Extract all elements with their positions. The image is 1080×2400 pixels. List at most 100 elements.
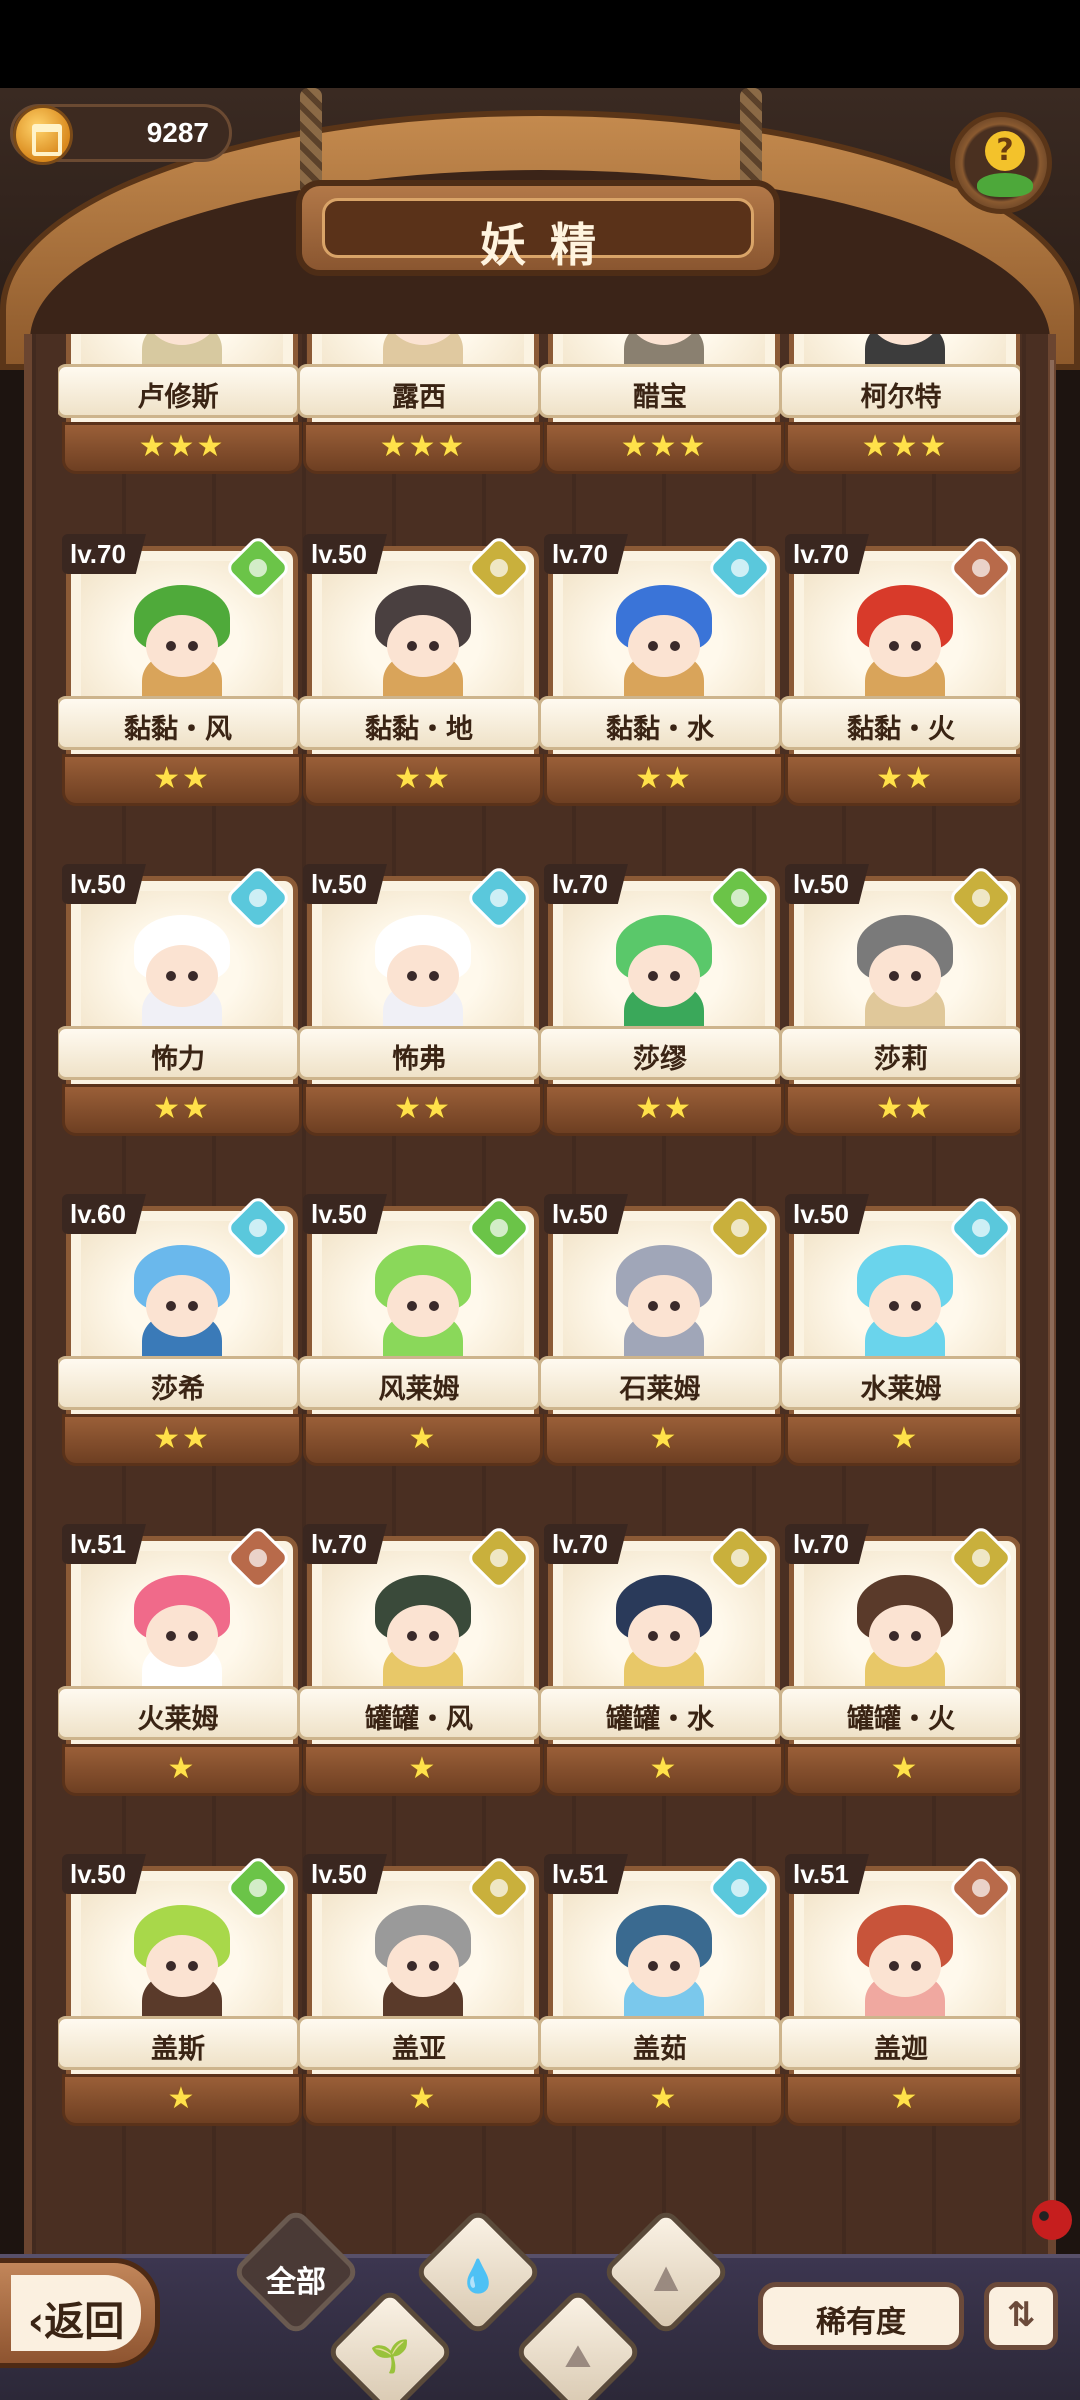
fairy-card[interactable]: 盖茹 ★ lv.51: [538, 1854, 784, 2136]
portrait-eye: [407, 1961, 417, 1971]
back-button[interactable]: ‹返回: [0, 2258, 160, 2368]
fairy-card[interactable]: 风莱姆 ★ lv.50: [297, 1194, 543, 1476]
fairy-card[interactable]: 黏黏・火 ★★ lv.70: [779, 534, 1020, 816]
portrait-face: [387, 615, 459, 677]
level-badge: lv.70: [544, 864, 628, 904]
star-rating: ★★: [153, 1421, 211, 1456]
star-rating: ★★: [394, 761, 452, 796]
fairy-card[interactable]: 盖亚 ★ lv.50: [297, 1854, 543, 2136]
scrollbar[interactable]: [1050, 360, 1054, 2200]
fairy-name: 罐罐・风: [365, 1704, 473, 1735]
fairy-card[interactable]: 水莱姆 ★ lv.50: [779, 1194, 1020, 1476]
level-badge: lv.50: [785, 1194, 869, 1234]
level-badge: lv.70: [544, 1524, 628, 1564]
star-rating: ★★★: [138, 429, 226, 464]
portrait-face: [869, 1275, 941, 1337]
portrait-eye: [670, 971, 680, 981]
star-bar: ★: [303, 1744, 543, 1796]
portrait-eye: [670, 1961, 680, 1971]
star-bar: ★: [785, 1744, 1020, 1796]
star-bar: ★★: [544, 754, 784, 806]
fairy-name: 石莱姆: [619, 1374, 701, 1405]
name-ribbon: 黏黏・水: [538, 696, 782, 750]
star-bar: ★★: [62, 754, 302, 806]
help-button[interactable]: ?: [950, 112, 1052, 214]
fairy-card[interactable]: 火莱姆 ★ lv.51: [58, 1524, 302, 1806]
portrait-face: [628, 1935, 700, 1997]
star-bar: ★★: [62, 1414, 302, 1466]
fairy-card[interactable]: 罐罐・火 ★ lv.70: [779, 1524, 1020, 1806]
chevron-left-icon: ‹: [27, 2299, 45, 2345]
name-ribbon: 露西: [297, 364, 541, 418]
fairy-card[interactable]: 黏黏・风 ★★ lv.70: [58, 534, 302, 816]
level-badge: lv.51: [785, 1854, 869, 1894]
fairy-card[interactable]: 黏黏・水 ★★ lv.70: [538, 534, 784, 816]
fairy-name: 罐罐・火: [847, 1704, 955, 1735]
fairy-card[interactable]: 怖力 ★★ lv.50: [58, 864, 302, 1146]
fairy-name: 柯尔特: [860, 382, 942, 413]
fairy-card[interactable]: 柯尔特 ★★★: [779, 334, 1020, 484]
portrait-eye: [166, 1301, 176, 1311]
portrait-eye: [670, 1631, 680, 1641]
level-badge: lv.60: [62, 1194, 146, 1234]
leaf-icon: [977, 173, 1033, 197]
portrait-face: [146, 1275, 218, 1337]
portrait-face: [869, 615, 941, 677]
fairy-name: 盖斯: [151, 2034, 205, 2065]
fairy-name: 黏黏・火: [847, 714, 955, 745]
name-ribbon: 罐罐・水: [538, 1686, 782, 1740]
portrait-face: [628, 615, 700, 677]
star-bar: ★: [303, 2074, 543, 2126]
fairy-card[interactable]: 醋宝 ★★★: [538, 334, 784, 484]
fairy-card[interactable]: 罐罐・水 ★ lv.70: [538, 1524, 784, 1806]
portrait-eye: [889, 1301, 899, 1311]
water-drop-icon: 💧: [458, 2257, 498, 2296]
fairy-name: 莎缪: [633, 1044, 687, 1075]
fairy-card[interactable]: 盖迦 ★ lv.51: [779, 1854, 1020, 2136]
portrait-eye: [911, 641, 921, 651]
portrait-eye: [188, 1961, 198, 1971]
name-ribbon: 怖力: [58, 1026, 300, 1080]
fairy-card[interactable]: 露西 ★★★: [297, 334, 543, 484]
portrait-face: [146, 1605, 218, 1667]
star-rating: ★: [649, 1751, 679, 1786]
star-bar: ★★: [785, 1084, 1020, 1136]
name-ribbon: 莎莉: [779, 1026, 1020, 1080]
portrait-eye: [648, 1631, 658, 1641]
star-bar: ★★: [303, 754, 543, 806]
portrait-eye: [911, 971, 921, 981]
star-bar: ★★: [62, 1084, 302, 1136]
fairy-card[interactable]: 怖弗 ★★ lv.50: [297, 864, 543, 1146]
rarity-sort-button[interactable]: 稀有度: [758, 2282, 964, 2350]
fairy-name: 水莱姆: [860, 1374, 942, 1405]
fairy-name: 风莱姆: [378, 1374, 460, 1405]
fairy-card[interactable]: 莎缪 ★★ lv.70: [538, 864, 784, 1146]
star-rating: ★★★: [620, 429, 708, 464]
name-ribbon: 火莱姆: [58, 1686, 300, 1740]
fairy-card[interactable]: 黏黏・地 ★★ lv.50: [297, 534, 543, 816]
star-bar: ★★: [544, 1084, 784, 1136]
fairy-card[interactable]: 莎莉 ★★ lv.50: [779, 864, 1020, 1146]
name-ribbon: 卢修斯: [58, 364, 300, 418]
name-ribbon: 莎希: [58, 1356, 300, 1410]
portrait-eye: [648, 1301, 658, 1311]
fairy-card[interactable]: 莎希 ★★ lv.60: [58, 1194, 302, 1476]
fairy-card[interactable]: 盖斯 ★ lv.50: [58, 1854, 302, 2136]
level-badge: lv.70: [303, 1524, 387, 1564]
fairy-name: 黏黏・水: [606, 714, 714, 745]
fairy-card[interactable]: 石莱姆 ★ lv.50: [538, 1194, 784, 1476]
portrait-face: [387, 1935, 459, 1997]
fairy-card[interactable]: 卢修斯 ★★★: [58, 334, 302, 484]
fairy-card[interactable]: 罐罐・风 ★ lv.70: [297, 1524, 543, 1806]
star-bar: ★: [785, 1414, 1020, 1466]
fairy-name: 莎莉: [874, 1044, 928, 1075]
name-ribbon: 风莱姆: [297, 1356, 541, 1410]
sort-order-button[interactable]: ⇅: [984, 2282, 1058, 2350]
star-rating: ★★★: [379, 429, 467, 464]
fairy-grid[interactable]: 卢修斯 ★★★ 露西 ★★★ 醋宝 ★★★ 柯尔特 ★★★ 黏黏・风 ★★ lv.70 黏黏・地 ★★ l…: [58, 334, 1020, 2234]
portrait-face: [869, 945, 941, 1007]
status-bar: [0, 0, 1080, 88]
level-badge: lv.50: [62, 1854, 146, 1894]
star-bar: ★★: [785, 754, 1020, 806]
page-title: 妖精: [480, 218, 620, 272]
